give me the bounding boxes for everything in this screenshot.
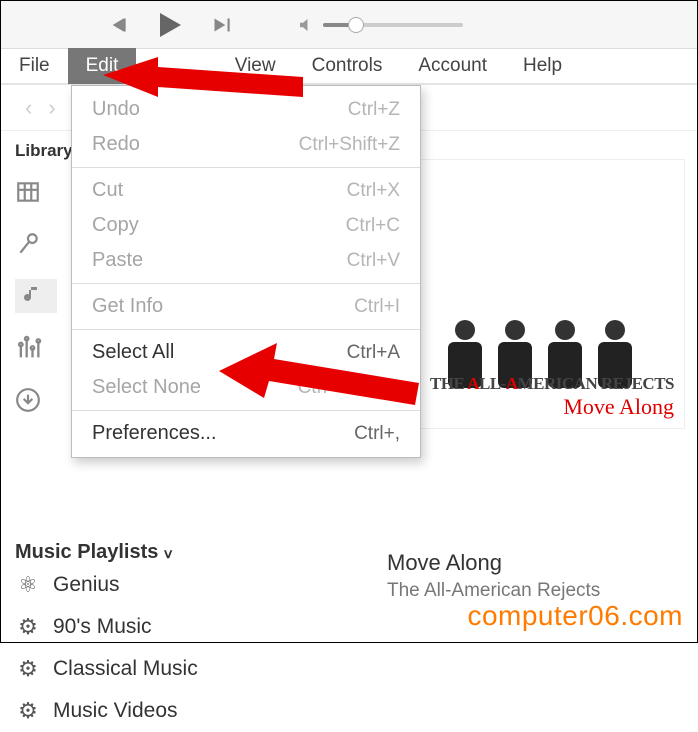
watermark: computer06.com [467, 600, 683, 632]
playback-toolbar [1, 1, 697, 49]
track-title: Move Along [387, 550, 687, 576]
playlist-90s-music[interactable]: ⚙ 90's Music [15, 606, 226, 648]
menu-help[interactable]: Help [505, 48, 580, 84]
volume-icon [297, 16, 315, 34]
menu-paste: PasteCtrl+V [72, 243, 420, 278]
gear-icon: ⚙ [15, 698, 41, 724]
menu-file[interactable]: File [1, 48, 68, 84]
nav-back-button[interactable]: ‹ [25, 95, 32, 121]
menu-copy: CopyCtrl+C [72, 208, 420, 243]
track-info: Move Along The All-American Rejects [387, 550, 687, 602]
gear-icon: ⚙ [15, 614, 41, 640]
menu-get-info: Get InfoCtrl+I [72, 289, 420, 324]
music-playlists-header[interactable]: Music Playlists ⅴ [15, 541, 226, 564]
download-icon[interactable] [15, 383, 49, 417]
library-grid-icon[interactable] [15, 175, 49, 209]
playlist-music-videos[interactable]: ⚙ Music Videos [15, 690, 226, 732]
album-artwork[interactable]: THE ALL-AMERICAN REJECTS Move Along [395, 159, 685, 429]
previous-track-button[interactable] [99, 7, 135, 43]
playlist-genius[interactable]: ⚛ Genius [15, 564, 226, 606]
volume-control[interactable] [297, 16, 463, 34]
annotation-arrow [219, 343, 419, 423]
volume-slider[interactable] [323, 23, 463, 27]
gear-icon: ⚙ [15, 656, 41, 682]
chevron-down-icon: ⅴ [164, 545, 172, 561]
nav-forward-button[interactable]: › [48, 95, 55, 121]
equalizer-icon[interactable] [15, 331, 49, 365]
playlist-classical[interactable]: ⚙ Classical Music [15, 648, 226, 690]
next-track-button[interactable] [203, 7, 239, 43]
menu-redo: RedoCtrl+Shift+Z [72, 127, 420, 162]
play-button[interactable] [151, 7, 187, 43]
playlist-label: 90's Music [53, 615, 152, 639]
album-title: THE ALL-AMERICAN REJECTS Move Along [430, 374, 674, 420]
playlist-label: Music Videos [53, 699, 178, 723]
menu-account[interactable]: Account [400, 48, 505, 84]
playlist-label: Classical Music [53, 657, 198, 681]
annotation-arrow [103, 57, 303, 127]
menu-cut: CutCtrl+X [72, 173, 420, 208]
microphone-icon[interactable] [15, 227, 49, 261]
track-artist: The All-American Rejects [387, 580, 687, 602]
music-note-icon[interactable] [15, 279, 57, 313]
menu-controls[interactable]: Controls [294, 48, 401, 84]
genius-icon: ⚛ [15, 572, 41, 598]
playlist-label: Genius [53, 573, 120, 597]
